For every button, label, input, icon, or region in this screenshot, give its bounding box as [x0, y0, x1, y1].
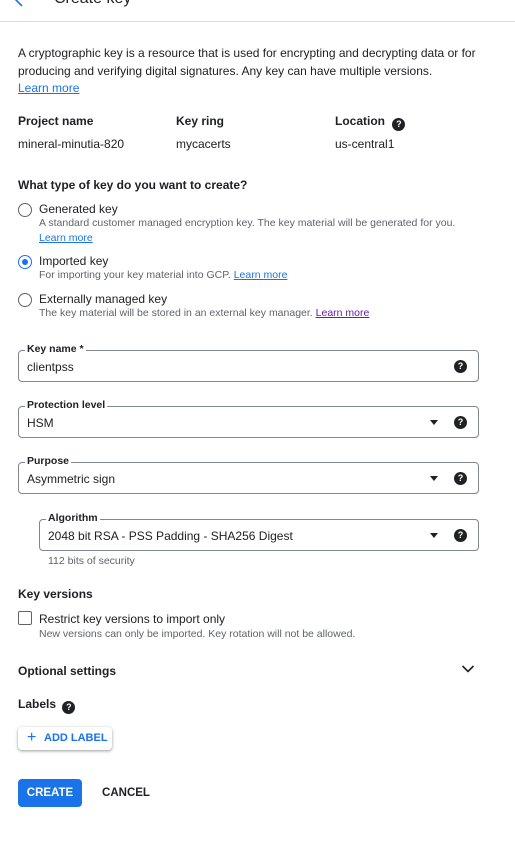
- cancel-button[interactable]: CANCEL: [96, 779, 156, 807]
- help-icon[interactable]: ?: [454, 529, 467, 542]
- key-versions-title: Key versions: [18, 587, 93, 601]
- protection-level-value: HSM: [27, 416, 54, 430]
- radio-button[interactable]: [18, 293, 32, 307]
- location-label-group: Location ?: [335, 114, 406, 131]
- dropdown-caret-icon[interactable]: [430, 533, 438, 538]
- location-value: us-central1: [335, 137, 395, 151]
- radio-description: The key material will be stored in an ex…: [39, 307, 369, 319]
- project-name-value: mineral-minutia-820: [18, 137, 125, 151]
- back-arrow-icon[interactable]: [12, 0, 28, 8]
- key-ring-label: Key ring: [176, 114, 225, 128]
- purpose-select[interactable]: Purpose Asymmetric sign ?: [18, 455, 479, 494]
- learn-more-link[interactable]: Learn more: [316, 307, 370, 319]
- page-title: Create key: [54, 0, 131, 8]
- help-icon[interactable]: ?: [392, 118, 406, 131]
- radio-button[interactable]: [18, 203, 32, 217]
- radio-label: Generated key: [39, 202, 118, 216]
- protection-level-label: Protection level: [25, 399, 108, 411]
- restrict-versions-checkbox[interactable]: [18, 611, 32, 625]
- radio-description: A standard customer managed encryption k…: [39, 217, 456, 229]
- radio-description: For importing your key material into GCP…: [39, 269, 287, 281]
- radio-label: Imported key: [39, 254, 109, 268]
- add-label-button[interactable]: + ADD LABEL: [18, 727, 112, 750]
- algorithm-select[interactable]: Algorithm 2048 bit RSA - PSS Padding - S…: [39, 512, 479, 551]
- plus-icon: +: [27, 729, 37, 746]
- key-name-label: Key name *: [25, 343, 86, 355]
- dropdown-caret-icon[interactable]: [430, 476, 438, 481]
- help-icon[interactable]: ?: [454, 472, 467, 485]
- add-label-text: ADD LABEL: [44, 732, 108, 744]
- key-name-input[interactable]: clientpss: [27, 360, 74, 374]
- intro-learn-more-link[interactable]: Learn more: [18, 81, 79, 95]
- page-header: Create key: [0, 0, 515, 22]
- purpose-value: Asymmetric sign: [27, 472, 116, 486]
- restrict-versions-label: Restrict key versions to import only: [39, 612, 226, 626]
- key-ring-value: mycacerts: [176, 137, 231, 151]
- create-button[interactable]: CREATE: [18, 779, 82, 807]
- algorithm-label: Algorithm: [46, 512, 100, 524]
- purpose-label: Purpose: [25, 455, 72, 467]
- labels-title: Labels: [18, 697, 57, 711]
- project-name-label: Project name: [18, 114, 94, 128]
- labels-title-group: Labels ?: [18, 697, 76, 714]
- dropdown-caret-icon[interactable]: [430, 420, 438, 425]
- algorithm-value: 2048 bit RSA - PSS Padding - SHA256 Dige…: [48, 529, 293, 543]
- radio-button-selected[interactable]: [18, 255, 32, 269]
- help-icon[interactable]: ?: [454, 360, 467, 373]
- help-icon[interactable]: ?: [62, 701, 76, 714]
- learn-more-link[interactable]: Learn more: [39, 232, 93, 244]
- radio-description-text: The key material will be stored in an ex…: [39, 307, 313, 319]
- learn-more-link[interactable]: Learn more: [234, 269, 288, 281]
- help-icon[interactable]: ?: [454, 416, 467, 429]
- radio-description-text: For importing your key material into GCP…: [39, 269, 231, 281]
- intro-text: A cryptographic key is a resource that i…: [18, 46, 476, 78]
- restrict-versions-description: New versions can only be imported. Key r…: [39, 628, 356, 640]
- key-name-field[interactable]: Key name * clientpss ?: [18, 343, 479, 382]
- location-label: Location: [335, 114, 385, 128]
- radio-label: Externally managed key: [39, 292, 168, 306]
- key-type-question: What type of key do you want to create?: [18, 178, 248, 192]
- chevron-down-icon[interactable]: [461, 664, 475, 674]
- protection-level-select[interactable]: Protection level HSM ?: [18, 399, 479, 438]
- algorithm-hint: 112 bits of security: [48, 555, 135, 567]
- optional-settings-toggle[interactable]: Optional settings: [18, 664, 116, 678]
